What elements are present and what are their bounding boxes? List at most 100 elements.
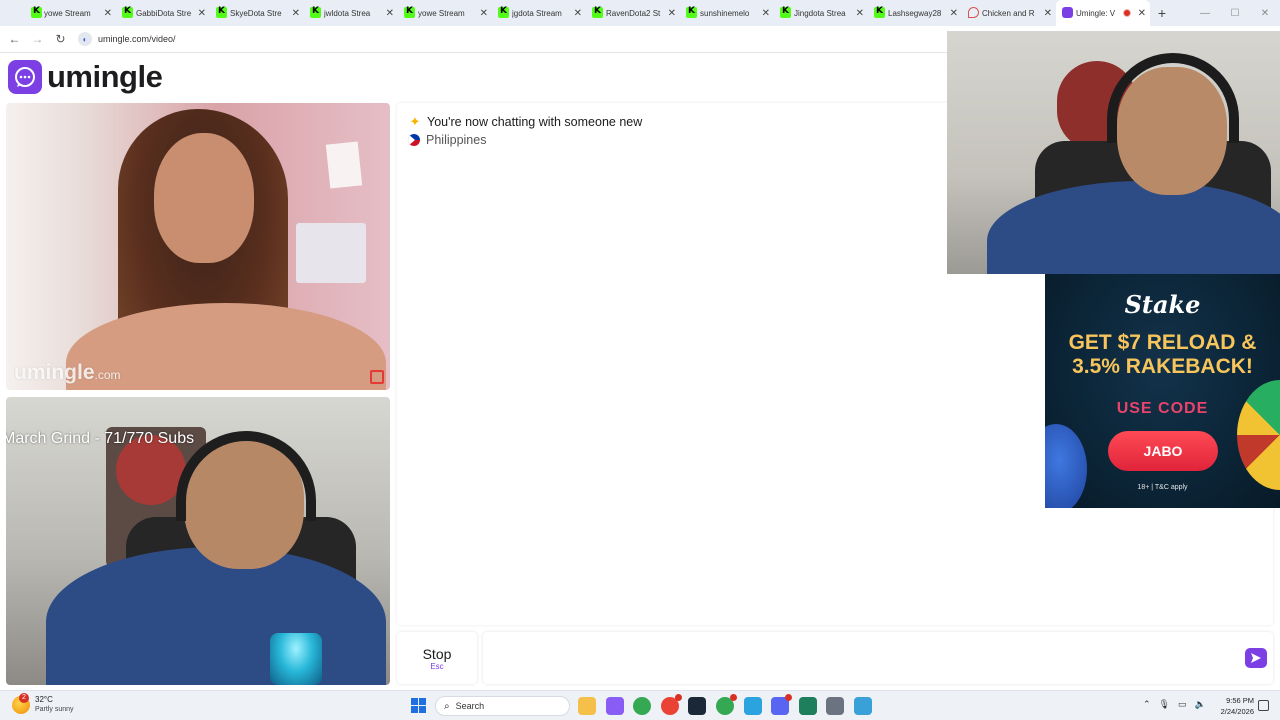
browser-tab[interactable]: Jingdota Strea ✕ [774,0,868,26]
browser-tab-bar: yowe Stream ✕ GabbiDota Stre ✕ SkyeDota … [0,0,1280,26]
tab-title: jwldota Strea [324,8,371,18]
report-flag-icon[interactable] [370,370,384,384]
system-tray: ⌃ 🎙 ▭ 🔈 [1143,699,1214,710]
brand-name: umingle [47,59,163,94]
window-controls: — ☐ ✕ [1190,0,1280,26]
browser-tab[interactable]: SkyeDota Stre ✕ [210,0,304,26]
weather-desc: Partly sunny [35,706,74,713]
message-input[interactable] [483,632,1273,684]
browser-tab[interactable]: yowe Stream ✕ [0,0,116,26]
ad-headline-line-2: 3.5% RAKEBACK! [1072,355,1253,378]
philippines-flag-icon [408,134,420,146]
close-tab-icon[interactable]: ✕ [856,8,864,19]
weather-widget[interactable]: 2 32°C Partly sunny [12,693,74,715]
browser-tab[interactable]: Chicken and R ✕ [962,0,1056,26]
close-tab-icon[interactable]: ✕ [574,8,582,19]
site-info-icon[interactable]: ◐ [78,32,92,46]
chrome-icon[interactable] [633,697,652,715]
weather-temp: 32°C [35,695,53,704]
sun-icon: 2 [12,693,30,714]
close-tab-icon[interactable]: ✕ [292,8,300,19]
kick-icon [310,6,321,18]
kick-icon [498,6,509,18]
kick-icon [780,6,791,18]
minimize-icon[interactable]: — [1190,0,1220,26]
tab-title: GabbiDota Stre [136,8,192,18]
chrome-icon[interactable] [660,694,682,715]
telegram-icon[interactable] [743,697,762,715]
close-tab-icon[interactable]: ✕ [198,8,206,19]
stop-button[interactable]: Stop Esc [397,632,477,684]
browser-tab[interactable]: jgdota Stream ✕ [492,0,586,26]
stop-button-shortcut: Esc [430,661,444,671]
close-tab-icon[interactable]: ✕ [668,8,676,19]
chevron-up-icon[interactable]: ⌃ [1143,699,1151,710]
roulette-wheel-graphic [1237,380,1280,490]
close-tab-icon[interactable]: ✕ [1138,8,1146,19]
browser-tab[interactable]: Lashsegway28 ✕ [868,0,962,26]
tool-icon[interactable] [826,697,845,715]
tab-title: RavenDota2 St [606,8,661,18]
streamer-facecam [947,31,1280,274]
ad-brand: Stake [1124,290,1201,319]
tab-title: yowe Stream [418,8,465,18]
taskbar-search[interactable]: ⌕ Search [435,696,570,716]
copilot-icon[interactable] [605,697,624,715]
ad-headline: GET $7 RELOAD & 3.5% RAKEBACK! [1045,331,1280,379]
back-icon[interactable]: ← [3,26,26,53]
maximize-icon[interactable]: ☐ [1220,0,1250,26]
browser-tab[interactable]: yowe Stream ✕ [398,0,492,26]
headset-icon [1107,53,1239,143]
pin-icon [968,7,979,18]
file-explorer-icon[interactable] [578,697,596,715]
stranger-video: umingle.com [6,103,390,390]
chat-bubble-icon [8,60,42,94]
search-icon: ⌕ [444,700,450,712]
microphone-icon[interactable]: 🎙 [1159,699,1170,710]
ball-graphic [1045,424,1087,508]
notification-dot [674,694,682,701]
wall-poster [325,141,363,189]
close-tab-icon[interactable]: ✕ [480,8,488,19]
close-tab-icon[interactable]: ✕ [762,8,770,19]
browser-tab[interactable]: sunshinemelo ✕ [680,0,774,26]
notification-badge: 2 [19,693,29,703]
chat-status-text: You're now chatting with someone new [427,115,643,129]
video-watermark: umingle.com [14,361,121,385]
close-window-icon[interactable]: ✕ [1250,0,1280,26]
reload-icon[interactable]: ↻ [49,26,72,53]
notifications-icon[interactable] [1258,700,1269,711]
volume-icon[interactable]: 🔈 [1195,699,1206,710]
chrome-icon[interactable] [715,694,737,715]
umingle-logo[interactable]: umingle [8,59,163,95]
steam-icon[interactable] [688,697,707,715]
close-tab-icon[interactable]: ✕ [386,8,394,19]
new-tab-button[interactable]: + [1150,0,1174,26]
url-text: umingle.com/video/ [98,34,176,44]
watermark-suffix: .com [94,368,121,382]
send-button[interactable] [1245,648,1267,668]
network-icon[interactable]: ▭ [1178,699,1187,710]
clock[interactable]: 9:56 PM 2/24/2026 [1216,695,1254,717]
kick-icon [404,6,415,18]
notepad-icon[interactable] [853,697,872,715]
browser-tab[interactable]: GabbiDota Stre ✕ [116,0,210,26]
browser-tab-active[interactable]: Umingle: V ✕ [1056,0,1150,26]
stranger-face [154,133,254,263]
chat-country-line: Philippines [408,133,486,147]
kick-icon [686,6,697,18]
browser-tab[interactable]: RavenDota2 St ✕ [586,0,680,26]
url-field[interactable]: ◐ umingle.com/video/ [78,32,176,46]
taskbar-apps [578,694,882,715]
streaming-app-icon[interactable] [798,697,817,715]
close-tab-icon[interactable]: ✕ [1044,8,1052,19]
forward-icon[interactable]: → [26,26,49,53]
ad-legal-text: 18+ | T&C apply [1137,484,1188,491]
close-tab-icon[interactable]: ✕ [104,8,112,19]
windows-start-icon[interactable] [411,698,426,713]
close-tab-icon[interactable]: ✕ [950,8,958,19]
recording-icon [1122,9,1131,17]
browser-tab[interactable]: jwldota Strea ✕ [304,0,398,26]
discord-icon[interactable] [771,694,793,715]
kick-icon [31,6,42,18]
